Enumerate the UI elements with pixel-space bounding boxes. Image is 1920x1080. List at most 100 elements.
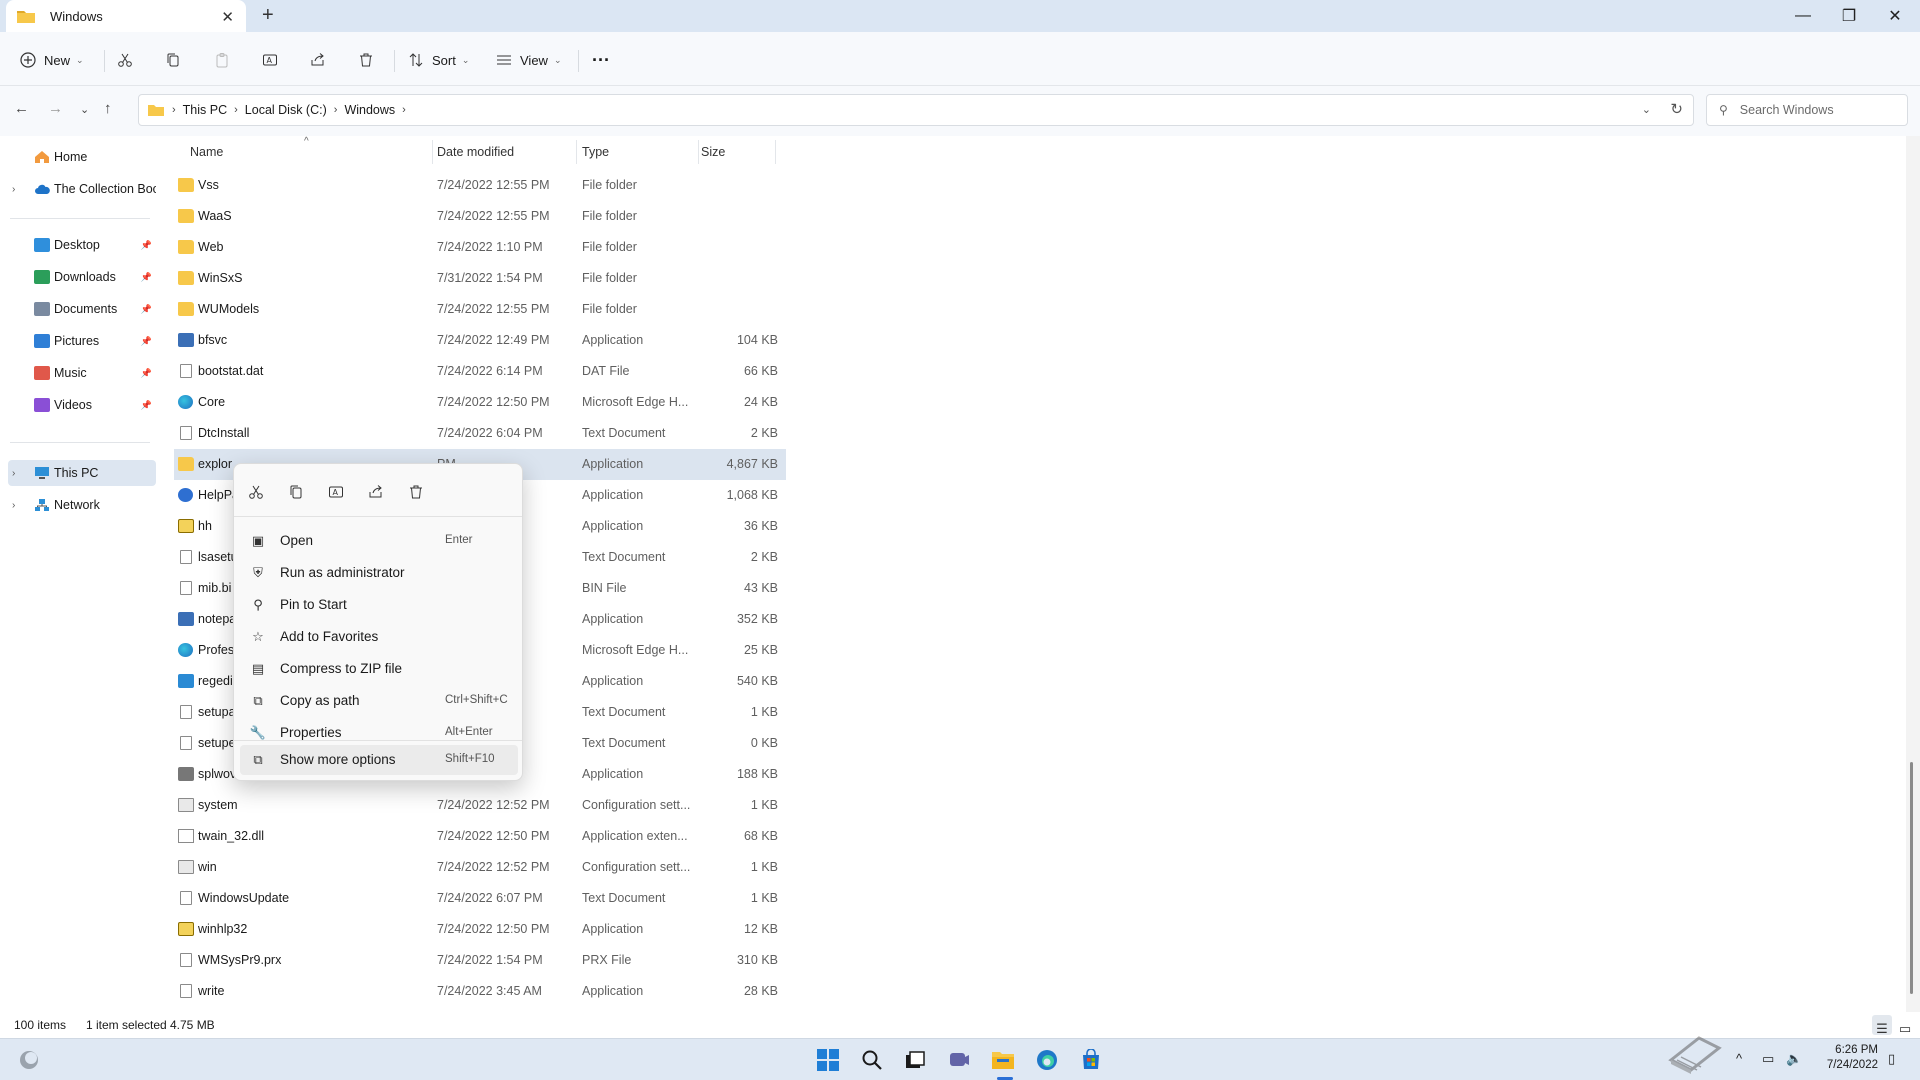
menu-item-pin-to-start[interactable]: ⚲ Pin to Start — [240, 590, 518, 620]
details-view-icon: ☰ — [1876, 1021, 1888, 1036]
menu-item-copy-as-path[interactable]: ⧉ Copy as path Ctrl+Shift+C — [240, 686, 518, 716]
breadcrumb-windows[interactable]: Windows — [344, 103, 395, 117]
context-rename-button[interactable]: A — [322, 478, 350, 506]
sidebar-item-documents[interactable]: Documents 📌 — [8, 296, 156, 322]
maximize-button[interactable]: ❐ — [1826, 0, 1872, 32]
file-row[interactable]: bootstat.dat 7/24/2022 6:14 PM DAT File 66 … — [174, 356, 786, 387]
notification-icon[interactable]: ▯ — [1888, 1051, 1895, 1067]
pin-icon[interactable]: 📌 — [141, 304, 152, 315]
rename-button[interactable]: A — [262, 44, 278, 76]
sidebar-item-network[interactable]: › Network — [8, 492, 156, 518]
sidebar-item-this-pc[interactable]: › This PC — [8, 460, 156, 486]
file-date-modified: 7/24/2022 6:04 PM — [437, 426, 543, 440]
start-icon[interactable] — [815, 1047, 841, 1073]
view-button[interactable]: View ⌄ — [496, 44, 562, 76]
recent-locations-chevron-icon[interactable]: ⌄ — [80, 103, 89, 116]
file-row[interactable]: bfsvc 7/24/2022 12:49 PM Application 104 KB — [174, 325, 786, 356]
file-row[interactable]: system 7/24/2022 12:52 PM Configuration se… — [174, 790, 786, 821]
file-row[interactable]: Core 7/24/2022 12:50 PM Microsoft Edge H..… — [174, 387, 786, 418]
menu-item-properties[interactable]: 🔧 Properties Alt+Enter — [240, 718, 518, 748]
tab-windows[interactable]: Windows ✕ — [6, 0, 246, 32]
sidebar-item-videos[interactable]: Videos 📌 — [8, 392, 156, 418]
new-button[interactable]: New ⌄ — [20, 44, 84, 76]
close-window-button[interactable]: ✕ — [1872, 0, 1918, 32]
cut-button[interactable] — [117, 44, 133, 76]
file-explorer-icon[interactable] — [990, 1047, 1016, 1073]
teams-chat-icon[interactable] — [946, 1047, 972, 1073]
chevron-right-icon[interactable]: › — [12, 184, 15, 195]
sidebar-item-onedrive[interactable]: › The Collection Boo — [8, 176, 156, 202]
pin-icon[interactable]: 📌 — [141, 368, 152, 379]
sort-button[interactable]: Sort ⌄ — [408, 44, 469, 76]
divider — [104, 50, 105, 72]
file-row[interactable]: WinSxS 7/31/2022 1:54 PM File folder — [174, 263, 786, 294]
close-tab-icon[interactable]: ✕ — [221, 8, 234, 26]
back-arrow-icon[interactable]: ← — [14, 100, 29, 117]
chevron-right-icon[interactable]: › — [12, 468, 15, 479]
file-row[interactable]: winhlp32 7/24/2022 12:50 PM Application 12 … — [174, 914, 786, 945]
menu-item-add-to-favorites[interactable]: ☆ Add to Favorites — [240, 622, 518, 652]
details-view-toggle[interactable]: ☰ — [1872, 1015, 1892, 1036]
file-row[interactable]: DtcInstall 7/24/2022 6:04 PM Text Document… — [174, 418, 786, 449]
minimize-button[interactable]: — — [1780, 0, 1826, 32]
edge-browser-icon[interactable] — [1034, 1047, 1060, 1073]
cut-icon — [249, 485, 263, 499]
file-row[interactable]: twain_32.dll 7/24/2022 12:50 PM Applicatio… — [174, 821, 786, 852]
delete-button[interactable] — [358, 44, 374, 76]
microsoft-store-icon[interactable] — [1078, 1047, 1104, 1073]
weather-widget-icon[interactable] — [16, 1047, 42, 1073]
file-row[interactable]: WaaS 7/24/2022 12:55 PM File folder — [174, 201, 786, 232]
column-header-type[interactable]: Type — [582, 145, 609, 159]
search-icon[interactable] — [859, 1047, 885, 1073]
address-bar[interactable]: › This PC › Local Disk (C:) › Windows › … — [138, 94, 1694, 126]
paste-button[interactable] — [214, 44, 230, 76]
share-button[interactable] — [310, 44, 326, 76]
menu-item-show-more-options[interactable]: ⧉ Show more options Shift+F10 — [240, 745, 518, 775]
pin-icon[interactable]: 📌 — [141, 272, 152, 283]
file-row[interactable]: WMSysPr9.prx 7/24/2022 1:54 PM PRX File 310… — [174, 945, 786, 976]
file-type: PRX File — [582, 953, 632, 967]
column-header-name[interactable]: Name — [190, 145, 223, 159]
task-view-icon[interactable] — [902, 1047, 928, 1073]
forward-arrow-icon[interactable]: → — [48, 100, 63, 117]
sidebar-item-desktop[interactable]: Desktop 📌 — [8, 232, 156, 258]
column-divider[interactable] — [775, 140, 776, 164]
breadcrumb-this-pc[interactable]: This PC — [183, 103, 227, 117]
column-header-size[interactable]: Size — [701, 145, 725, 159]
context-copy-button[interactable] — [282, 478, 310, 506]
menu-item-run-as-administrator[interactable]: ⛨ Run as administrator — [240, 558, 518, 588]
sidebar-item-home[interactable]: Home — [8, 144, 156, 170]
refresh-icon[interactable]: ↻ — [1670, 100, 1683, 118]
vertical-scrollbar-thumb[interactable] — [1910, 762, 1913, 994]
column-divider[interactable] — [576, 140, 577, 164]
chevron-right-icon[interactable]: › — [12, 500, 15, 511]
pin-icon[interactable]: 📌 — [141, 400, 152, 411]
sidebar-item-music[interactable]: Music 📌 — [8, 360, 156, 386]
tiles-view-toggle[interactable]: ▭ — [1895, 1015, 1915, 1036]
search-box[interactable]: ⚲ Search Windows — [1706, 94, 1908, 126]
up-arrow-icon[interactable]: ↑ — [104, 100, 112, 117]
address-dropdown-chevron-icon[interactable]: ⌄ — [1642, 103, 1651, 116]
new-tab-button[interactable]: + — [262, 4, 274, 27]
sidebar-item-downloads[interactable]: Downloads 📌 — [8, 264, 156, 290]
breadcrumb-local-disk[interactable]: Local Disk (C:) — [245, 103, 327, 117]
file-row[interactable]: Web 7/24/2022 1:10 PM File folder — [174, 232, 786, 263]
copy-button[interactable] — [165, 44, 181, 76]
menu-item-open[interactable]: ▣ Open Enter — [240, 526, 518, 556]
file-row[interactable]: Vss 7/24/2022 12:55 PM File folder — [174, 170, 786, 201]
column-header-date[interactable]: Date modified — [437, 145, 514, 159]
context-cut-button[interactable] — [242, 478, 270, 506]
file-row[interactable]: win 7/24/2022 12:52 PM Configuration sett.… — [174, 852, 786, 883]
pin-icon[interactable]: 📌 — [141, 336, 152, 347]
column-divider[interactable] — [432, 140, 433, 164]
see-more-button[interactable]: ··· — [592, 44, 610, 76]
context-delete-button[interactable] — [402, 478, 430, 506]
file-row[interactable]: WindowsUpdate 7/24/2022 6:07 PM Text Docum… — [174, 883, 786, 914]
pin-icon[interactable]: 📌 — [141, 240, 152, 251]
column-divider[interactable] — [698, 140, 699, 164]
sidebar-item-pictures[interactable]: Pictures 📌 — [8, 328, 156, 354]
file-row[interactable]: WUModels 7/24/2022 12:55 PM File folder — [174, 294, 786, 325]
menu-item-compress-to-zip-file[interactable]: ▤ Compress to ZIP file — [240, 654, 518, 684]
context-share-button[interactable] — [362, 478, 390, 506]
file-row[interactable]: write 7/24/2022 3:45 AM Application 28 KB — [174, 976, 786, 1007]
